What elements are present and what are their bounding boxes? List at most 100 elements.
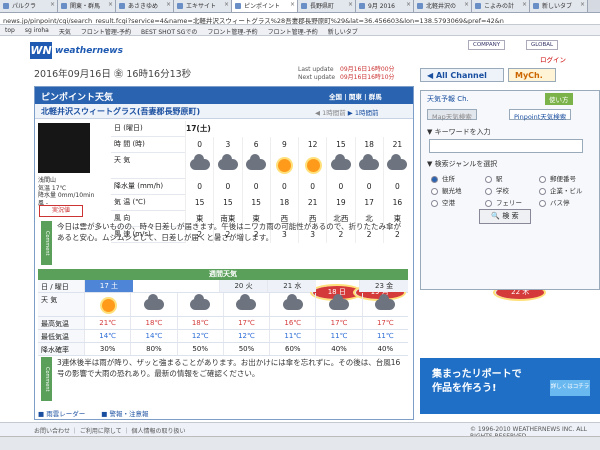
- weekly-day-cell: 17 土: [84, 280, 133, 292]
- all-channel-label[interactable]: All Channel: [436, 71, 487, 80]
- usage-button[interactable]: 使い方: [545, 93, 573, 105]
- tab-close-icon[interactable]: ×: [290, 1, 295, 8]
- logo-text[interactable]: weathernews: [55, 46, 123, 56]
- genre-label[interactable]: 企業・ビル: [550, 187, 583, 195]
- tab-close-icon[interactable]: ×: [348, 1, 353, 8]
- radio-icon[interactable]: [539, 199, 546, 207]
- ad-text[interactable]: 集まったリポートで 作品を作ろう!: [432, 368, 522, 396]
- live-badge[interactable]: 実況値: [39, 205, 83, 217]
- genre-option[interactable]: フェリー: [485, 197, 522, 207]
- genre-option[interactable]: 空港: [431, 197, 455, 207]
- tab-map[interactable]: Map天気検索: [427, 109, 477, 121]
- temp-cell: 15: [241, 195, 270, 211]
- tab-close-icon[interactable]: ×: [522, 1, 527, 8]
- browser-tab[interactable]: あさきゆめ ×: [116, 0, 174, 12]
- breadcrumb[interactable]: 全国 | 関東 | 群馬: [329, 91, 382, 101]
- radio-icon[interactable]: [539, 187, 546, 195]
- all-channel-button[interactable]: ◀ All Channel: [420, 68, 504, 82]
- mych-button[interactable]: MyCh.: [508, 68, 556, 82]
- browser-tab[interactable]: ピンポイント ×: [232, 0, 298, 12]
- radio-icon[interactable]: [485, 199, 492, 207]
- weather-cell: [326, 153, 354, 179]
- keyword-input[interactable]: [429, 139, 583, 153]
- box-title: 天気予報 Ch.: [427, 95, 469, 103]
- company-link[interactable]: COMPANY: [468, 40, 506, 50]
- ad-line2[interactable]: 作品を作ろう!: [432, 383, 497, 394]
- weekly-high-cell: 17℃: [361, 317, 408, 329]
- ad-line1[interactable]: 集まったリポートで: [432, 369, 522, 380]
- report-ad-banner[interactable]: 集まったリポートで 作品を作ろう! 詳しくはコチラ: [420, 358, 600, 414]
- genre-option[interactable]: 企業・ビル: [539, 185, 583, 195]
- weekly-weather-label: 天 気: [38, 293, 84, 316]
- tab-close-icon[interactable]: ×: [224, 1, 229, 8]
- genre-option[interactable]: 郵便番号: [539, 173, 576, 183]
- tab-close-icon[interactable]: ×: [580, 1, 585, 8]
- radio-icon[interactable]: [539, 175, 546, 183]
- genre-label[interactable]: 学校: [496, 187, 509, 195]
- address-bar[interactable]: news.jp/pinpoint/cgi/search_result.fcgi?…: [0, 13, 600, 25]
- genre-label[interactable]: 駅: [496, 175, 503, 183]
- day-cell: 17(土): [185, 121, 411, 137]
- genre-label[interactable]: 郵便番号: [550, 175, 576, 183]
- bookmark-item[interactable]: top: [0, 25, 20, 35]
- tab-close-icon[interactable]: ×: [166, 1, 171, 8]
- browser-tab[interactable]: エキサイト ×: [174, 0, 232, 12]
- footer-links[interactable]: お問い合わせ ｜ ご利用に際して ｜ 個人情報の取り扱い: [34, 426, 185, 435]
- browser-tab[interactable]: こよみの計 ×: [472, 0, 530, 12]
- genre-option[interactable]: 住所: [431, 173, 455, 183]
- radio-icon[interactable]: [485, 187, 492, 195]
- genre-option[interactable]: 観光地: [431, 185, 462, 195]
- weather-cell: [241, 153, 270, 179]
- bookmark-item[interactable]: BEST SHOT SGでの: [136, 25, 202, 35]
- genre-option[interactable]: バス停: [539, 197, 570, 207]
- bookmark-item[interactable]: sg iroha: [20, 25, 54, 35]
- warning-link[interactable]: ■ 警報・注意報: [101, 410, 148, 418]
- hour-nav[interactable]: ◀ 1時間前 ▶ 1時間前: [315, 107, 379, 117]
- tab-close-icon[interactable]: ×: [464, 1, 469, 8]
- genre-label[interactable]: 住所: [442, 175, 455, 183]
- bookmark-item[interactable]: フロント管理-予約: [202, 25, 262, 35]
- pinpoint-title: ピンポイント天気 全国 | 関東 | 群馬: [35, 87, 413, 104]
- genre-label[interactable]: 空港: [442, 199, 455, 207]
- login-link[interactable]: ログイン: [540, 54, 566, 64]
- ad-detail-button[interactable]: 詳しくはコチラ: [550, 380, 590, 396]
- browser-tab[interactable]: 北軽井沢の ×: [414, 0, 472, 12]
- radio-icon[interactable]: [485, 175, 492, 183]
- radio-icon[interactable]: [431, 187, 438, 195]
- genre-label[interactable]: バス停: [550, 199, 570, 207]
- bookmark-item[interactable]: 天気: [54, 25, 76, 35]
- global-link[interactable]: GLOBAL: [526, 40, 559, 50]
- search-button[interactable]: 🔍 検 索: [479, 209, 531, 224]
- bookmark-item[interactable]: 新しいタブ: [323, 25, 363, 35]
- prev-hour[interactable]: 1時間前: [322, 109, 346, 117]
- browser-tab[interactable]: パルクラ ×: [0, 0, 58, 12]
- radio-icon[interactable]: [431, 175, 438, 183]
- tab-close-icon[interactable]: ×: [108, 1, 113, 8]
- bookmark-item[interactable]: フロント管理-予約: [263, 25, 323, 35]
- genre-label[interactable]: フェリー: [496, 199, 522, 207]
- radar-link[interactable]: ■ 雨雲レーダー: [38, 410, 85, 418]
- genre-option[interactable]: 学校: [485, 185, 509, 195]
- precip-cell: 0: [185, 179, 213, 195]
- browser-tab[interactable]: 新しいタブ ×: [530, 0, 588, 12]
- next-hour[interactable]: 1時間前: [355, 109, 379, 117]
- temp-cell: 18: [269, 195, 298, 211]
- live-camera-image[interactable]: [38, 123, 90, 173]
- weathernews-logo[interactable]: WN: [30, 42, 52, 59]
- browser-tab[interactable]: 関東・群馬 ×: [58, 0, 116, 12]
- tab-close-icon[interactable]: ×: [50, 1, 55, 8]
- genre-label[interactable]: 観光地: [442, 187, 462, 195]
- bookmark-item[interactable]: フロント管理-予約: [76, 25, 136, 35]
- weekly-rain-cell: 60%: [269, 343, 315, 355]
- tab-pinpoint[interactable]: Pinpoint天気検索: [509, 109, 572, 121]
- radar-link-text[interactable]: 雨雲レーダー: [46, 410, 85, 418]
- warning-link-text[interactable]: 警報・注意報: [110, 410, 149, 418]
- browser-tab[interactable]: 長野県町 ×: [298, 0, 356, 12]
- radio-icon[interactable]: [431, 199, 438, 207]
- browser-tab[interactable]: 9月 2016 ×: [356, 0, 414, 12]
- weekly-title: 週間天気: [38, 269, 408, 280]
- search-button-label[interactable]: 検 索: [502, 212, 518, 220]
- weekly-high-row: 最高気温 21℃ 18℃ 18℃ 17℃ 16℃ 17℃ 17℃: [38, 317, 408, 330]
- tab-close-icon[interactable]: ×: [406, 1, 411, 8]
- genre-option[interactable]: 駅: [485, 173, 503, 183]
